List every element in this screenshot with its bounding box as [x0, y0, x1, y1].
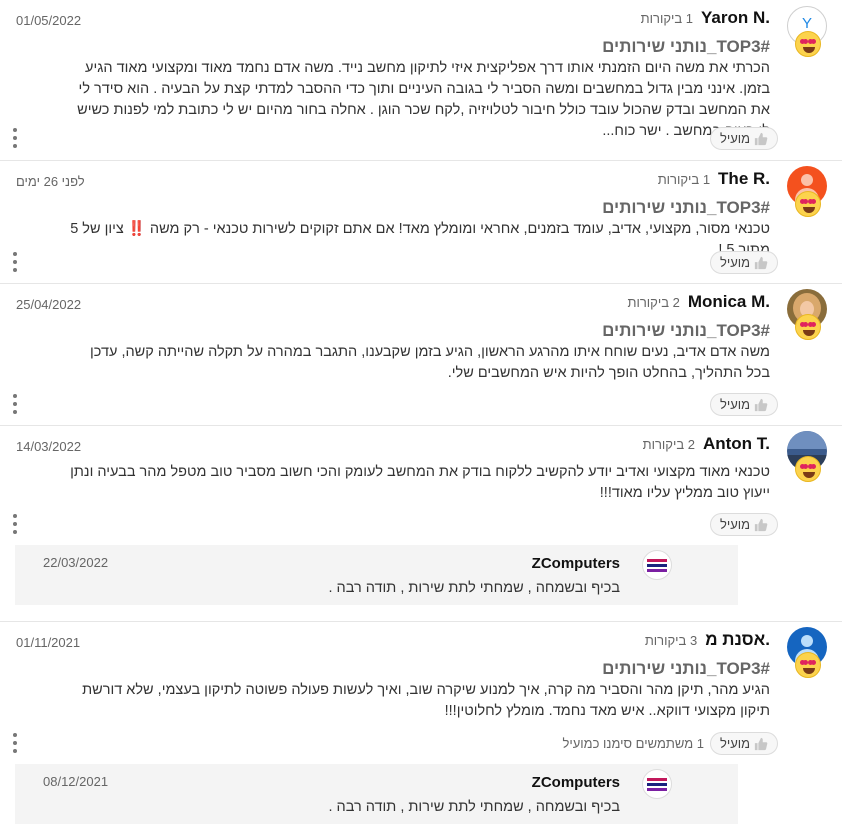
reviews-count: 2 ביקורות: [627, 295, 680, 310]
avatar[interactable]: [787, 289, 827, 340]
review-text: משה אדם אדיב, נעים שוחח איתו מהרגע הראשו…: [90, 344, 770, 381]
more-options-icon[interactable]: [12, 733, 18, 753]
business-logo-icon: [642, 550, 672, 580]
review-text: טכנאי מאוד מקצועי ואדיב יודע להקשיב ללקו…: [70, 464, 770, 501]
review-text-main: טכנאי מסור, מקצועי, אדיב, עומד בזמנים, א…: [149, 221, 770, 237]
reviewer-name[interactable]: אסנת מ.: [705, 630, 770, 650]
owner-reply: ZComputers בכיף ובשמחה , שמחתי לתת שירות…: [15, 764, 738, 824]
reviews-count: 2 ביקורות: [642, 437, 695, 452]
review-date: 25/04/2022: [16, 297, 82, 312]
review-date: 14/03/2022: [16, 439, 82, 454]
review-date: 01/11/2021: [16, 635, 81, 650]
helpful-button[interactable]: מועיל: [710, 393, 778, 416]
review-tag[interactable]: #TOP3_נותני שירותים: [602, 659, 770, 679]
reply-date: 08/12/2021: [43, 774, 109, 789]
reviewer-name[interactable]: Yaron N.: [701, 8, 770, 28]
thumbs-up-icon: [754, 132, 768, 146]
heart-eyes-emoji-icon: [795, 314, 821, 340]
reviewer-name[interactable]: The R.: [718, 169, 770, 189]
review-card: The R. 1 ביקורות לפני 26 ימים #TOP3_נותנ…: [0, 160, 842, 283]
review-card: Y Yaron N. 1 ביקורות 01/05/2022 #TOP3_נו…: [0, 0, 842, 160]
helpful-button[interactable]: מועיל: [710, 127, 778, 150]
review-tag[interactable]: #TOP3_נותני שירותים: [602, 37, 770, 57]
review-tag[interactable]: #TOP3_נותני שירותים: [602, 198, 770, 218]
business-logo-icon: [642, 769, 672, 799]
reviews-count: 1 ביקורות: [657, 172, 711, 187]
helpful-button[interactable]: מועיל: [710, 251, 778, 274]
more-options-icon[interactable]: [12, 128, 18, 148]
reply-text: בכיף ובשמחה , שמחתי לתת שירות , תודה רבה…: [328, 580, 620, 596]
helpful-count: 1 משתמשים סימנו כמועיל: [562, 736, 704, 751]
helpful-label: מועיל: [719, 517, 751, 532]
avatar-letter: Y: [801, 15, 812, 32]
helpful-label: מועיל: [719, 255, 751, 270]
reply-author: ZComputers: [531, 555, 620, 572]
thumbs-up-icon: [754, 256, 768, 270]
more-options-icon[interactable]: [12, 252, 18, 272]
reply-author: ZComputers: [531, 774, 620, 791]
reviewer-name[interactable]: Anton T.: [703, 434, 770, 454]
more-options-icon[interactable]: [12, 514, 18, 534]
reviewer-name[interactable]: Monica M.: [688, 292, 770, 312]
review-text: הגיע מהר, תיקן מהר והסביר מה קרה, איך למ…: [82, 682, 770, 719]
avatar[interactable]: Y: [787, 6, 827, 57]
review-header: The R. 1 ביקורות: [658, 169, 770, 189]
review-text: טכנאי מסור, מקצועי, אדיב, עומד בזמנים, א…: [70, 219, 770, 261]
review-date: לפני 26 ימים: [16, 174, 85, 189]
review-header: Monica M. 2 ביקורות: [627, 292, 770, 312]
heart-eyes-emoji-icon: [795, 31, 821, 57]
helpful-button[interactable]: מועיל: [710, 732, 778, 755]
reviews-count: 1 ביקורות: [640, 11, 694, 26]
heart-eyes-emoji-icon: [795, 191, 821, 217]
review-header: Yaron N. 1 ביקורות: [641, 8, 770, 28]
review-card: Monica M. 2 ביקורות 25/04/2022 #TOP3_נות…: [0, 283, 842, 425]
helpful-label: מועיל: [719, 131, 751, 146]
more-options-icon[interactable]: [12, 394, 18, 414]
review-card: Anton T. 2 ביקורות 14/03/2022 טכנאי מאוד…: [0, 425, 842, 621]
heart-eyes-emoji-icon: [795, 652, 821, 678]
review-text: הכרתי את משה היום הזמנתי אותו דרך אפליקצ…: [77, 60, 770, 139]
reviews-count: 3 ביקורות: [644, 633, 698, 648]
reply-date: 22/03/2022: [43, 555, 109, 570]
review-header: אסנת מ. 3 ביקורות: [645, 630, 770, 650]
avatar[interactable]: [787, 166, 827, 217]
avatar[interactable]: [787, 431, 827, 482]
review-tag[interactable]: #TOP3_נותני שירותים: [602, 321, 770, 341]
helpful-button[interactable]: מועיל: [710, 513, 778, 536]
review-date: 01/05/2022: [16, 13, 82, 28]
helpful-label: מועיל: [719, 397, 751, 412]
review-header: Anton T. 2 ביקורות: [643, 434, 770, 454]
heart-eyes-emoji-icon: [795, 456, 821, 482]
thumbs-up-icon: [754, 518, 768, 532]
thumbs-up-icon: [754, 737, 768, 751]
helpful-label: מועיל: [719, 736, 751, 751]
avatar[interactable]: [787, 627, 827, 678]
double-exclamation-icon: ‼️: [127, 221, 146, 237]
thumbs-up-icon: [754, 398, 768, 412]
owner-reply: ZComputers בכיף ובשמחה , שמחתי לתת שירות…: [15, 545, 738, 605]
review-card: אסנת מ. 3 ביקורות 01/11/2021 #TOP3_נותני…: [0, 621, 842, 836]
reply-text: בכיף ובשמחה , שמחתי לתת שירות , תודה רבה…: [328, 799, 620, 815]
